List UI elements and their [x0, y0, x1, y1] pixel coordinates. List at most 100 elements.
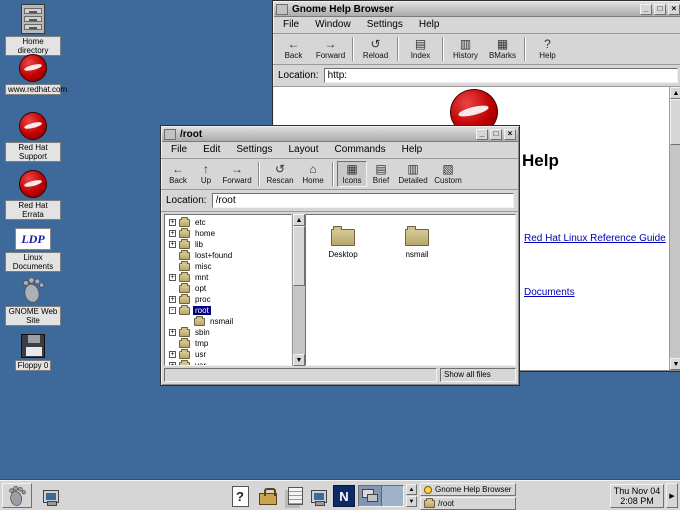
tree-scrollbar[interactable]: ▲ ▼ [292, 214, 305, 366]
maximize-button[interactable]: □ [654, 4, 666, 15]
forward-button[interactable]: → Forward [312, 36, 349, 62]
tree-expander-icon[interactable]: - [169, 307, 176, 314]
toolbox-launcher[interactable] [256, 484, 280, 508]
tasklist-scroll-down-icon[interactable]: ▼ [406, 496, 417, 507]
file-icon-pane[interactable]: Desktop nsmail [305, 214, 516, 366]
tree-expander-icon[interactable]: + [169, 230, 176, 237]
tree-item[interactable]: + etc [165, 217, 291, 228]
tree-item[interactable]: misc [165, 261, 291, 272]
panel-hide-arrow-icon[interactable]: ▶ [666, 483, 678, 508]
desktop-icon-redhat-com[interactable]: www.redhat.com [4, 54, 62, 95]
directory-tree[interactable]: + etc + home + lib lost+found [164, 214, 292, 366]
scrollbar-thumb[interactable] [670, 99, 680, 145]
home-button[interactable]: ⌂ Home [297, 161, 329, 187]
custom-view-button[interactable]: ▧ Custom [431, 161, 465, 187]
desktop-icon-home-directory[interactable]: Home directory [4, 4, 62, 56]
close-button[interactable]: × [504, 129, 516, 140]
file-item-desktop[interactable]: Desktop [316, 229, 370, 259]
file-window-titlebar[interactable]: /root _ □ × [162, 127, 518, 142]
pager-desktop-2[interactable] [381, 486, 404, 506]
desktop-background[interactable]: Home directory www.redhat.com Red Hat Su… [0, 0, 680, 510]
task-help-browser[interactable]: Gnome Help Browser [420, 483, 516, 496]
tree-item[interactable]: tmp [165, 338, 291, 349]
tasklist-scroll-up-icon[interactable]: ▲ [406, 484, 417, 495]
window-menu-icon[interactable] [164, 129, 176, 140]
help-window-titlebar[interactable]: Gnome Help Browser _ □ × [274, 2, 680, 17]
desktop-icon-redhat-support[interactable]: Red Hat Support [4, 112, 62, 162]
link-reference-guide[interactable]: Red Hat Linux Reference Guide [524, 233, 666, 244]
history-button[interactable]: ▥ History [447, 36, 484, 62]
help-scrollbar[interactable]: ▲ ▼ [669, 87, 680, 370]
netscape-launcher[interactable]: N [332, 484, 356, 508]
tree-expander-icon[interactable]: + [169, 274, 176, 281]
tree-item[interactable]: + mnt [165, 272, 291, 283]
location-input[interactable] [212, 193, 514, 208]
rescan-button[interactable]: ↺ Rescan [263, 161, 297, 187]
tree-item[interactable]: + var [165, 360, 291, 366]
clock-applet[interactable]: Thu Nov 04 2:08 PM [610, 484, 664, 508]
menu-file[interactable]: File [275, 18, 307, 32]
terminal-launcher[interactable] [40, 484, 62, 508]
tree-expander-icon[interactable]: + [169, 351, 176, 358]
maximize-button[interactable]: □ [490, 129, 502, 140]
menu-file[interactable]: File [163, 143, 195, 157]
reload-button[interactable]: ↺ Reload [357, 36, 394, 62]
desktop-icon-floppy[interactable]: Floppy 0 [4, 334, 62, 371]
brief-view-button[interactable]: ▤ Brief [367, 161, 395, 187]
tree-expander-icon[interactable]: + [169, 241, 176, 248]
tree-item-selected[interactable]: - root [165, 305, 291, 316]
tree-item[interactable]: nsmail [165, 316, 291, 327]
index-button[interactable]: ▤ Index [402, 36, 439, 62]
scroll-up-icon[interactable]: ▲ [670, 87, 680, 99]
desktop-icon-gnome-web[interactable]: GNOME Web Site [4, 276, 62, 326]
link-documents[interactable]: Documents [524, 287, 575, 298]
forward-button[interactable]: → Forward [219, 161, 255, 187]
documents-launcher[interactable] [283, 484, 307, 508]
tree-item[interactable]: opt [165, 283, 291, 294]
desktop-icon-redhat-errata[interactable]: Red Hat Errata [4, 170, 62, 220]
help-browser-launcher[interactable]: ? [228, 484, 252, 508]
tree-expander-icon[interactable]: + [169, 219, 176, 226]
up-button[interactable]: ↑ Up [193, 161, 219, 187]
close-button[interactable]: × [668, 4, 680, 15]
main-menu-button[interactable] [2, 483, 32, 508]
tree-expander-icon[interactable]: + [169, 296, 176, 303]
icons-view-button[interactable]: ▦ Icons [337, 161, 367, 187]
tree-expander-icon[interactable]: + [169, 329, 176, 336]
back-button[interactable]: ← Back [163, 161, 193, 187]
display-settings-launcher[interactable] [307, 484, 331, 508]
minimize-button[interactable]: _ [476, 129, 488, 140]
menu-settings[interactable]: Settings [359, 18, 411, 32]
menu-help[interactable]: Help [411, 18, 448, 32]
desktop-icon-ldp[interactable]: LDP Linux Documents [4, 228, 62, 272]
scrollbar-trough[interactable] [670, 145, 680, 358]
tree-item[interactable]: lost+found [165, 250, 291, 261]
scroll-down-icon[interactable]: ▼ [293, 354, 305, 366]
back-button[interactable]: ← Back [275, 36, 312, 62]
tree-item[interactable]: + sbin [165, 327, 291, 338]
menu-layout[interactable]: Layout [281, 143, 327, 157]
file-item-nsmail[interactable]: nsmail [390, 229, 444, 259]
desk-guide-pager[interactable] [358, 485, 404, 507]
scroll-up-icon[interactable]: ▲ [293, 214, 305, 226]
detailed-view-button[interactable]: ▥ Detailed [395, 161, 431, 187]
help-button[interactable]: ? Help [529, 36, 566, 62]
tree-item[interactable]: + lib [165, 239, 291, 250]
menu-settings[interactable]: Settings [228, 143, 280, 157]
bmarks-button[interactable]: ▦ BMarks [484, 36, 521, 62]
tree-expander-icon[interactable]: + [169, 362, 176, 366]
scrollbar-thumb[interactable] [293, 226, 305, 286]
menu-commands[interactable]: Commands [327, 143, 394, 157]
tree-item[interactable]: + home [165, 228, 291, 239]
window-menu-icon[interactable] [276, 4, 288, 15]
pager-desktop-1[interactable] [359, 486, 381, 506]
task-file-manager[interactable]: /root [420, 497, 516, 510]
menu-help[interactable]: Help [394, 143, 431, 157]
scrollbar-trough[interactable] [293, 286, 305, 354]
location-input[interactable] [324, 68, 678, 83]
tree-item[interactable]: + proc [165, 294, 291, 305]
tree-item[interactable]: + usr [165, 349, 291, 360]
scroll-down-icon[interactable]: ▼ [670, 358, 680, 370]
menu-window[interactable]: Window [307, 18, 359, 32]
minimize-button[interactable]: _ [640, 4, 652, 15]
